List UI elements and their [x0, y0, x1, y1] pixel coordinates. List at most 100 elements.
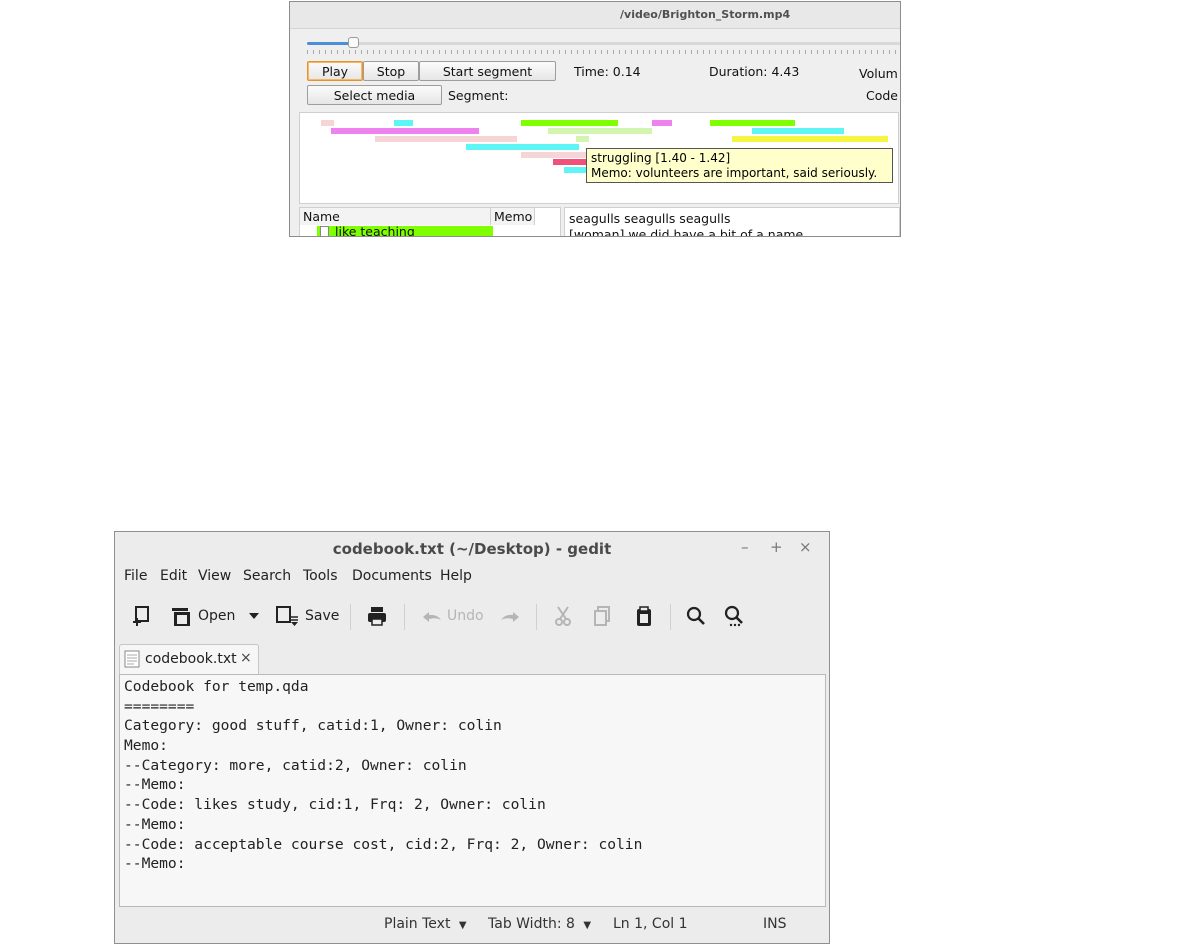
print-icon: [368, 607, 386, 626]
open-label: Open: [198, 608, 236, 624]
menu-help[interactable]: Help: [440, 568, 472, 584]
transcript-panel[interactable]: seagulls seagulls seagulls [woman] we di…: [564, 207, 900, 237]
find-button[interactable]: [686, 598, 706, 634]
timeline-segment[interactable]: [752, 128, 844, 134]
text-file-icon: [124, 650, 140, 668]
menu-edit[interactable]: Edit: [160, 568, 187, 584]
close-icon[interactable]: ×: [799, 538, 812, 556]
video-coding-window: /video/Brighton_Storm.mp4 Play Stop Star…: [289, 1, 901, 237]
redo-button[interactable]: [499, 598, 521, 634]
column-header-memo[interactable]: Memo: [491, 208, 535, 225]
transcript-line: [woman] we did have a bit of a name: [569, 227, 804, 237]
timeline-segment[interactable]: [564, 167, 588, 173]
menu-search[interactable]: Search: [243, 568, 291, 584]
minimize-icon[interactable]: –: [741, 538, 749, 556]
cut-button[interactable]: [554, 598, 572, 634]
segment-tooltip: struggling [1.40 - 1.42] Memo: volunteer…: [586, 148, 893, 183]
editor-line: --Memo:: [124, 776, 186, 794]
timeline-segment[interactable]: [521, 120, 618, 126]
tab-bar: codebook.txt ×: [115, 642, 829, 674]
gedit-window: codebook.txt (~/Desktop) - gedit – + × F…: [114, 531, 830, 944]
find-replace-button[interactable]: [724, 598, 746, 634]
slider-progress: [307, 42, 354, 45]
open-icon: [172, 608, 190, 626]
tab-close-icon[interactable]: ×: [240, 650, 252, 666]
status-bar: Plain Text ▼ Tab Width: 8 ▼ Ln 1, Col 1 …: [115, 912, 829, 940]
copy-button[interactable]: [593, 598, 611, 634]
undo-button[interactable]: Undo: [421, 598, 484, 634]
timeline-segment[interactable]: [732, 136, 888, 142]
language-selector[interactable]: Plain Text ▼: [384, 916, 467, 932]
find-replace-icon: [724, 605, 743, 627]
code-tree-row[interactable]: like teaching: [317, 226, 493, 237]
menu-documents[interactable]: Documents: [352, 568, 432, 584]
toolbar: Open Save Undo: [115, 598, 829, 634]
timeline-segment[interactable]: [593, 128, 652, 134]
document-icon: [320, 226, 329, 236]
slider-handle[interactable]: [348, 37, 360, 48]
stop-button[interactable]: Stop: [363, 61, 419, 81]
new-document-button[interactable]: [131, 598, 151, 634]
play-button[interactable]: Play: [307, 61, 363, 81]
timeline-segment[interactable]: [521, 152, 589, 158]
chevron-down-icon: ▼: [458, 920, 467, 931]
code-name: like teaching: [335, 226, 415, 237]
tooltip-memo: Memo: volunteers are important, said ser…: [591, 166, 878, 180]
time-label: Time: 0.14: [574, 64, 641, 79]
menu-view[interactable]: View: [198, 568, 231, 584]
start-segment-button[interactable]: Start segment: [419, 61, 556, 81]
video-titlebar: /video/Brighton_Storm.mp4: [290, 2, 900, 29]
toolbar-separator: [670, 604, 671, 630]
timeline-segment[interactable]: [466, 144, 579, 150]
tab-label: codebook.txt: [145, 651, 237, 667]
editor-line: --Memo:: [124, 815, 186, 833]
maximize-icon[interactable]: +: [770, 538, 783, 556]
editor-line: Codebook for temp.qda: [124, 678, 309, 695]
code-label: Code: [866, 88, 899, 103]
timeline-segment[interactable]: [576, 136, 589, 142]
segment-label: Segment:: [448, 88, 509, 103]
timeline-segment[interactable]: [375, 136, 517, 142]
timeline-segment[interactable]: [321, 120, 334, 126]
code-tree[interactable]: Name Memo like teaching: [299, 207, 561, 237]
timeline-segment[interactable]: [331, 128, 479, 134]
cut-icon: [555, 606, 571, 626]
column-header-name[interactable]: Name: [300, 208, 491, 225]
open-recent-dropdown[interactable]: [248, 598, 260, 634]
timeline-segment[interactable]: [652, 120, 672, 126]
redo-icon: [501, 612, 519, 622]
toolbar-separator: [350, 604, 351, 630]
save-label: Save: [305, 608, 340, 624]
editor-line: Memo:: [124, 737, 168, 755]
tab-codebook[interactable]: codebook.txt ×: [119, 644, 259, 674]
dropdown-arrow-icon: [249, 613, 259, 619]
search-icon: [686, 606, 705, 625]
tooltip-code-range: struggling [1.40 - 1.42]: [591, 151, 731, 165]
timeline-segment[interactable]: [710, 120, 795, 126]
timeline-segment[interactable]: [553, 159, 589, 165]
tab-width-selector[interactable]: Tab Width: 8 ▼: [488, 916, 591, 932]
menu-file[interactable]: File: [124, 568, 147, 584]
timeline-segment[interactable]: [394, 120, 413, 126]
undo-label: Undo: [447, 608, 484, 624]
toolbar-separator: [536, 604, 537, 630]
volume-label: Volum: [859, 66, 898, 81]
print-button[interactable]: [366, 598, 388, 634]
open-button[interactable]: Open: [170, 598, 235, 634]
cursor-position: Ln 1, Col 1: [613, 916, 688, 932]
language-label: Plain Text: [384, 916, 451, 932]
menu-tools[interactable]: Tools: [303, 568, 338, 584]
timeline-segment[interactable]: [548, 128, 593, 134]
media-position-slider[interactable]: [307, 42, 900, 45]
paste-button[interactable]: [635, 598, 653, 634]
save-button[interactable]: Save: [275, 598, 339, 634]
editor-line: --Code: likes study, cid:1, Frq: 2, Owne…: [124, 796, 546, 814]
editor-line: --Code: acceptable course cost, cid:2, F…: [124, 835, 643, 853]
text-editor[interactable]: Codebook for temp.qda ======== Category:…: [119, 674, 826, 907]
transcript-line: seagulls seagulls seagulls: [569, 211, 731, 226]
toolbar-separator: [404, 604, 405, 630]
copy-icon: [594, 606, 610, 626]
select-media-button[interactable]: Select media: [307, 85, 442, 105]
slider-ticks: [307, 50, 900, 54]
editor-line: --Category: more, catid:2, Owner: colin: [124, 756, 467, 774]
